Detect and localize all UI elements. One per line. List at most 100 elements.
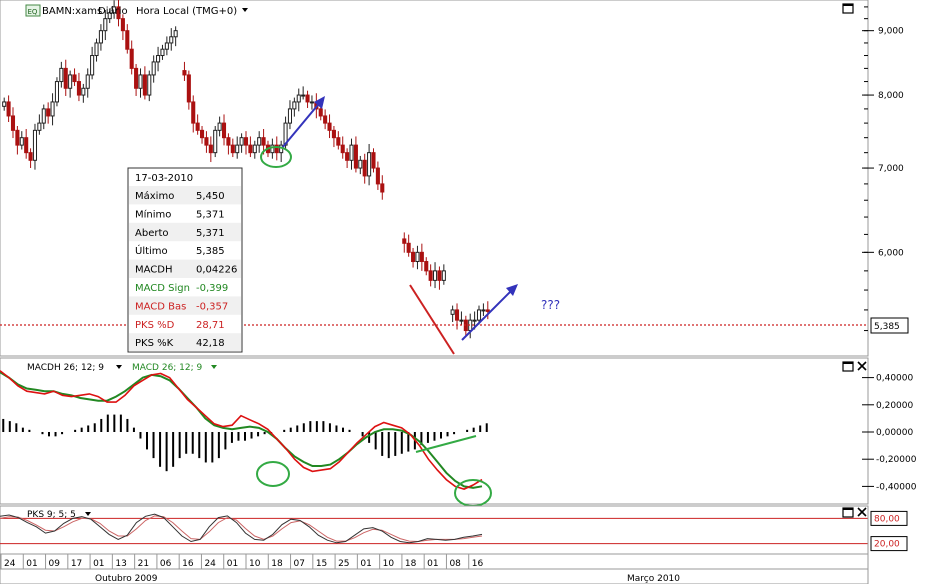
- tooltip-row-value: -0,357: [196, 301, 228, 312]
- candle-body: [204, 137, 209, 146]
- candle-body: [6, 101, 11, 117]
- candle-body: [134, 67, 139, 89]
- candle-body: [239, 137, 244, 146]
- last-price-label: 5,385: [874, 322, 900, 332]
- candle-body: [173, 30, 178, 38]
- time-tick-label: 21: [138, 559, 149, 569]
- candle-body: [156, 55, 161, 63]
- macd-tick-label: 0,40000: [876, 374, 913, 384]
- candle-body: [103, 18, 108, 32]
- month-label: Outubro 2009: [95, 574, 158, 584]
- tooltip-date: 17-03-2010: [135, 173, 193, 184]
- candle-body: [292, 101, 297, 110]
- candle-body: [217, 122, 222, 131]
- candle-body: [164, 42, 169, 50]
- annotation-question-marks: ???: [541, 298, 560, 312]
- candle-body: [199, 129, 205, 139]
- ohlc-tooltip: 17-03-2010 Máximo 5,450 Mínimo 5,371 Aberto 5…: [127, 167, 243, 353]
- timezone-label: Hora Local (TMG+0): [136, 6, 237, 17]
- macd-tick-label: -0,40000: [876, 482, 917, 492]
- candle-body: [54, 81, 59, 103]
- tooltip-row-label: MACDH: [135, 265, 173, 276]
- candle-body: [349, 144, 354, 161]
- candle-body: [336, 137, 341, 146]
- candle-body: [450, 309, 455, 315]
- pks-level-label: 80,00: [874, 514, 900, 524]
- candle-body: [485, 309, 490, 312]
- candle-body: [437, 270, 442, 281]
- instrument-symbol: BAMN:xams: [42, 6, 102, 17]
- time-tick-label: 16: [182, 559, 194, 569]
- time-tick-label: 07: [294, 559, 305, 569]
- candle-body: [411, 251, 416, 263]
- candle-body: [454, 309, 460, 321]
- candle-body: [94, 42, 99, 57]
- time-tick-label: 18: [271, 559, 283, 569]
- tooltip-row-value: 5,385: [196, 246, 225, 257]
- candle-body: [182, 70, 187, 76]
- tooltip-row-value: 5,371: [196, 228, 225, 239]
- candle-body: [252, 144, 257, 154]
- candle-body: [125, 30, 130, 50]
- tooltip-row-label: MACD Sign: [135, 283, 190, 294]
- candle-body: [138, 74, 143, 89]
- candle-body: [195, 122, 200, 131]
- time-tick-label: 01: [227, 559, 238, 569]
- candle-body: [375, 167, 380, 185]
- candle-body: [340, 144, 345, 154]
- candle-body: [59, 67, 64, 83]
- candle-body: [261, 137, 266, 146]
- candle-body: [459, 319, 464, 322]
- candle-body: [441, 270, 446, 281]
- candle-body: [19, 137, 24, 146]
- time-tick-label: 13: [115, 559, 126, 569]
- time-axis: 24 01 09 17 01 13 21 06 16 24 01 10 18 07 15 25 01 10 18 01…: [0, 553, 869, 584]
- candle-body: [235, 144, 240, 154]
- candle-body: [402, 238, 407, 244]
- time-tick-label: 25: [338, 559, 349, 569]
- candle-body: [41, 108, 46, 124]
- candle-body: [428, 270, 433, 281]
- candle-body: [301, 94, 306, 97]
- tooltip-row-label: Máximo: [135, 190, 174, 202]
- macd-panel: MACDH 26; 12; 9 MACD 26; 12; 9: [0, 357, 869, 507]
- price-tick-label: 6,000: [878, 248, 904, 258]
- time-tick-label: 08: [449, 559, 461, 569]
- candle-body: [32, 129, 38, 161]
- candle-body: [28, 152, 33, 161]
- macd-tick-label: -0,20000: [876, 455, 917, 465]
- candle-body: [248, 144, 253, 154]
- price-tick-label: 9,000: [878, 27, 904, 37]
- macdh-title: MACDH 26; 12; 9: [27, 363, 104, 373]
- candle-body: [380, 183, 385, 193]
- time-tick-label: 01: [427, 559, 438, 569]
- candle-body: [147, 74, 152, 96]
- candle-body: [433, 270, 438, 281]
- time-tick-label: 10: [249, 559, 261, 569]
- price-axis: 9,000 8,000 7,000 6,000 5,385: [862, 0, 928, 356]
- candle-body: [90, 55, 95, 76]
- candle-body: [37, 122, 42, 131]
- candle-body: [230, 144, 235, 154]
- candle-body: [358, 159, 363, 169]
- candle-body: [331, 129, 336, 139]
- tooltip-row-value: 5,450: [196, 191, 225, 202]
- pks-title: PKS 9; 5; 5: [27, 510, 76, 520]
- tooltip-row-value: -0,399: [196, 283, 228, 294]
- tooltip-row-label: Aberto: [135, 228, 169, 239]
- tooltip-row-value: 42,18: [196, 338, 225, 349]
- candle-body: [151, 61, 156, 76]
- tooltip-row-label: PKS %K: [135, 338, 174, 349]
- candle-body: [371, 152, 376, 169]
- time-tick-label: 24: [204, 559, 216, 569]
- macd-tick-label: 0,20000: [876, 401, 913, 411]
- candle-body: [287, 108, 293, 124]
- candle-body: [98, 30, 103, 44]
- pks-level-label: 20,00: [874, 540, 900, 550]
- tooltip-row-value: 5,371: [196, 209, 225, 220]
- time-tick-label: 15: [316, 559, 327, 569]
- time-tick-label: 24: [4, 559, 16, 569]
- eq-badge-label: EQ: [28, 8, 38, 16]
- candle-body: [10, 115, 16, 131]
- interval-label: Diário: [98, 5, 128, 17]
